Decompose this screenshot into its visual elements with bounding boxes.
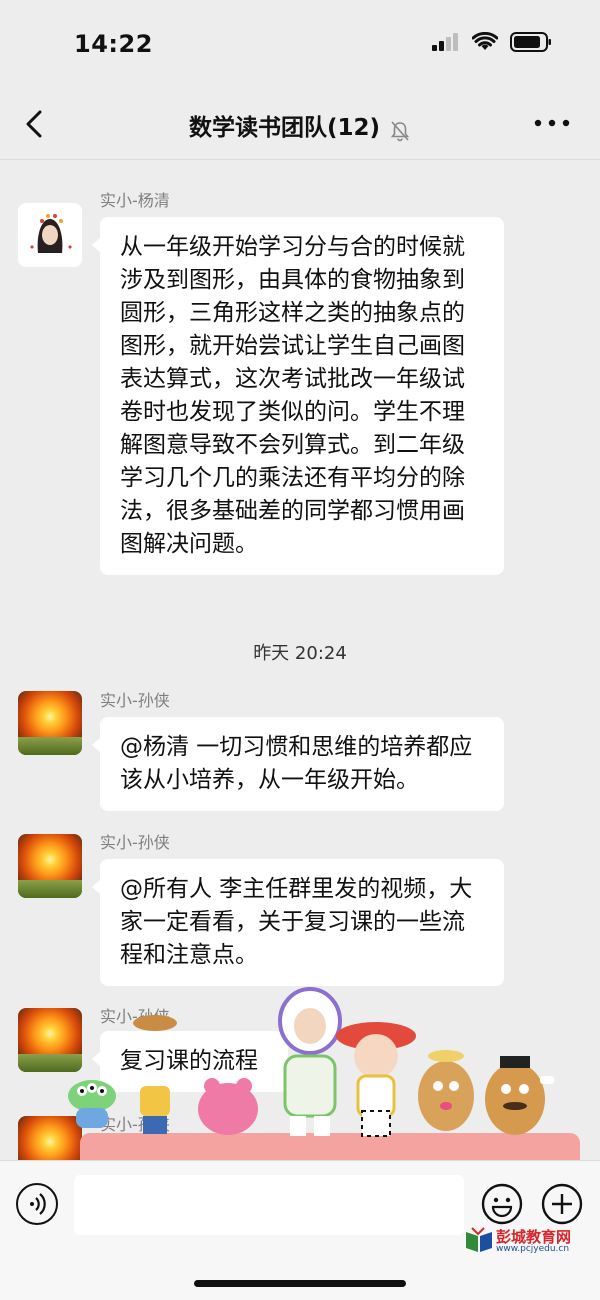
sender-name: 实小-孙侠 [100, 833, 170, 852]
chat-title-group: 数学读书团队(12) [0, 108, 600, 142]
chat-area[interactable]: 实小-杨清 从一年级开始学习分与合的时候就涉及到图形，由具体的食物抽象到圆形，三… [0, 161, 600, 1160]
status-time: 14:22 [74, 30, 153, 58]
girl-avatar-icon [30, 214, 72, 253]
status-icons [432, 32, 552, 52]
sender-name: 实小-杨清 [100, 191, 170, 210]
mrs-potato-head-sticker-icon [418, 1050, 474, 1131]
message-bubble[interactable]: @杨清 一切习惯和思维的培养都应该从小培养，从一年级开始。 [92, 717, 504, 811]
message-bubble[interactable]: 复习课的流程 [92, 1031, 288, 1092]
chat-header: 数学读书团队(12) [0, 88, 600, 160]
more-options-button[interactable] [532, 110, 572, 136]
message-bubble[interactable]: @所有人 李主任群里发的视频，大家一定看看，关于复习课的一些流程和注意点。 [92, 859, 504, 986]
voice-input-button[interactable] [16, 1183, 58, 1225]
status-bar: 14:22 [0, 0, 600, 88]
buzz-sticker-icon [278, 987, 342, 1136]
avatar[interactable] [18, 691, 82, 755]
battery-icon [510, 32, 551, 52]
avatar[interactable] [18, 1008, 82, 1072]
watermark: 彭城教育网 www.pcjyedu.cn [464, 1226, 588, 1256]
emoji-button[interactable] [481, 1183, 523, 1225]
more-functions-button[interactable] [541, 1183, 583, 1225]
avatar[interactable] [18, 834, 82, 898]
jessie-sticker-icon [336, 1022, 416, 1137]
message-input[interactable] [74, 1175, 464, 1235]
sender-name: 实小-孙侠 [100, 1007, 170, 1026]
avatar[interactable] [18, 203, 82, 267]
video-thumbnail[interactable] [100, 1136, 314, 1160]
book-logo-icon [466, 1227, 492, 1252]
mr-potato-head-sticker-icon [485, 1056, 554, 1135]
voice-icon [30, 1193, 46, 1215]
signal-icon [432, 33, 458, 51]
message-bubble[interactable]: 从一年级开始学习分与合的时候就涉及到图形，由具体的食物抽象到圆形，三角形这样之类… [92, 217, 504, 575]
chat-title: 数学读书团队(12) [188, 115, 380, 141]
sender-name: 实小-孙侠 [100, 691, 170, 710]
watermark-url: www.pcjyedu.cn [496, 1244, 570, 1254]
mute-bell-icon [390, 120, 410, 141]
wifi-icon [472, 32, 498, 50]
home-indicator[interactable] [194, 1280, 406, 1287]
sender-name: 实小-孙侠 [100, 1115, 170, 1134]
timestamp: 昨天 20:24 [253, 643, 347, 664]
avatar[interactable] [18, 1116, 82, 1160]
